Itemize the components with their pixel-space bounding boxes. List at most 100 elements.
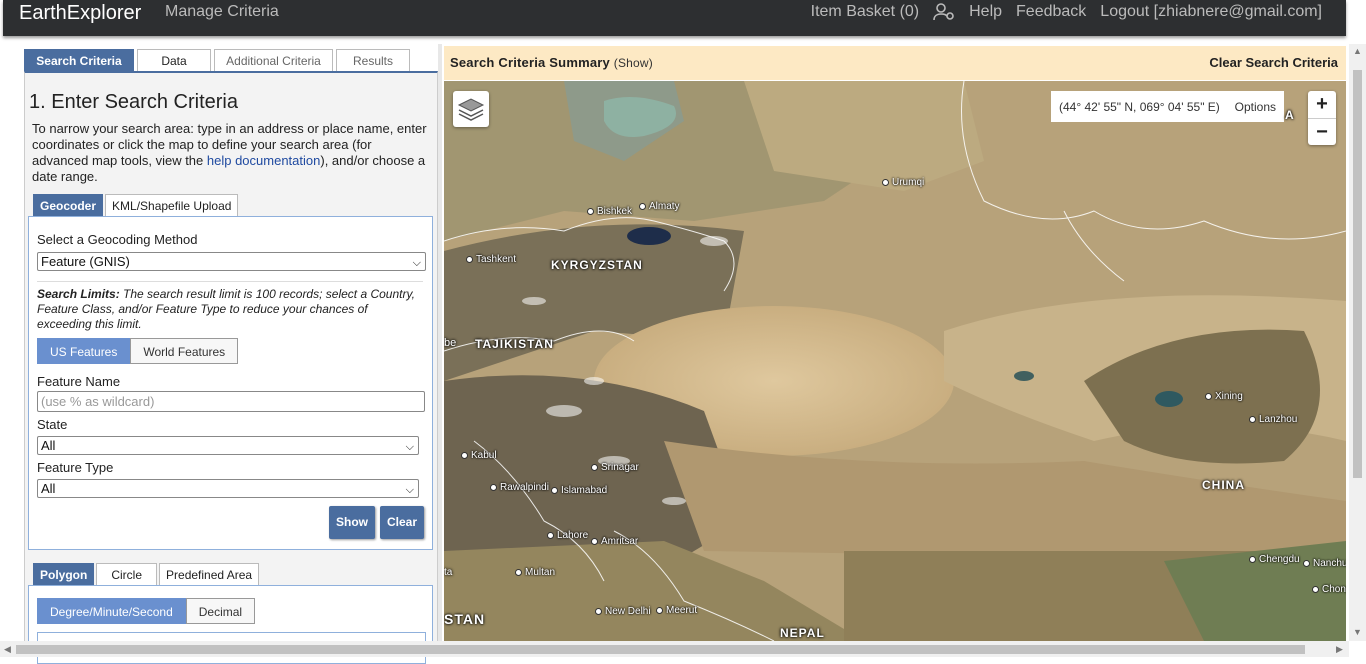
horizontal-scrollbar[interactable]: ◀ ▶: [0, 641, 1349, 657]
divider: [37, 281, 423, 282]
search-criteria-body: 1. Enter Search Criteria To narrow your …: [24, 71, 438, 664]
scroll-left-arrow-icon[interactable]: ◀: [4, 644, 11, 655]
tab-predefined-area[interactable]: Predefined Area: [159, 563, 260, 585]
search-limits-text: Search Limits: The search result limit i…: [37, 287, 417, 332]
tab-geocoder[interactable]: Geocoder: [33, 194, 104, 216]
chevron-down-icon: ⌵: [412, 257, 421, 269]
city-label: Bishkek: [587, 206, 632, 217]
world-features-button[interactable]: World Features: [130, 338, 239, 364]
city-label: Urumqi: [882, 177, 924, 188]
help-documentation-link[interactable]: help documentation: [207, 153, 320, 168]
city-label: Srinagar: [591, 462, 639, 473]
city-label: Lanzhou: [1249, 414, 1297, 425]
geocoder-box: Select a Geocoding Method Feature (GNIS)…: [28, 216, 433, 550]
tab-kml-upload[interactable]: KML/Shapefile Upload: [105, 194, 239, 216]
scroll-down-arrow-icon[interactable]: ▼: [1353, 627, 1362, 637]
summary-title-text: Search Criteria Summary: [450, 55, 610, 70]
shape-tabs: Polygon Circle Predefined Area: [33, 563, 260, 585]
vertical-scrollbar[interactable]: ▲ ▼: [1349, 44, 1366, 641]
zoom-in-button[interactable]: +: [1308, 91, 1336, 119]
us-features-button[interactable]: US Features: [37, 338, 131, 364]
feature-type-label: Feature Type: [37, 460, 114, 475]
brand-logo[interactable]: EarthExplorer: [19, 2, 141, 25]
zoom-out-button[interactable]: −: [1308, 119, 1336, 146]
state-select[interactable]: All ⌵: [37, 436, 419, 455]
chevron-down-icon: ⌵: [405, 441, 414, 453]
item-basket-link[interactable]: Item Basket (0): [811, 3, 919, 21]
map-options-button[interactable]: Options: [1235, 100, 1276, 114]
country-label: A: [1285, 108, 1295, 122]
city-label: Meerut: [656, 605, 697, 616]
city-label: Amritsar: [591, 536, 638, 547]
search-panel: Search Criteria Data Sets Additional Cri…: [24, 46, 438, 664]
city-label: New Delhi: [595, 606, 651, 617]
country-label: CHINA: [1202, 478, 1245, 492]
feature-name-label: Feature Name: [37, 374, 121, 389]
city-label: Kabul: [461, 450, 497, 461]
city-label: Almaty: [639, 201, 680, 212]
geocoding-method-value: Feature (GNIS): [41, 254, 130, 269]
map-view[interactable]: (44° 42' 55" N, 069° 04' 55" E) Options …: [444, 81, 1346, 641]
city-label: Chengdu: [1249, 554, 1300, 565]
feature-name-input[interactable]: (use % as wildcard): [37, 391, 425, 412]
panel-splitter[interactable]: [438, 44, 442, 644]
horizontal-scroll-thumb[interactable]: [16, 645, 1305, 654]
user-settings-icon[interactable]: [933, 2, 955, 22]
scroll-right-arrow-icon[interactable]: ▶: [1336, 644, 1343, 655]
city-label: Nanchu: [1303, 558, 1346, 569]
country-label: NEPAL: [780, 626, 825, 640]
chevron-down-icon: ⌵: [405, 484, 414, 496]
coordinate-readout: (44° 42' 55" N, 069° 04' 55" E) Options: [1051, 91, 1284, 122]
state-value: All: [41, 438, 56, 453]
country-label: TAJIKISTAN: [475, 337, 554, 351]
feedback-link[interactable]: Feedback: [1016, 3, 1086, 21]
city-label: Chong: [1312, 584, 1346, 595]
geocoding-method-select[interactable]: Feature (GNIS) ⌵: [37, 252, 426, 271]
manage-criteria-link[interactable]: Manage Criteria: [165, 3, 279, 21]
decimal-button[interactable]: Decimal: [185, 598, 256, 624]
main-tabs: Search Criteria Data Sets Additional Cri…: [24, 49, 410, 90]
feature-type-value: All: [41, 481, 56, 496]
summary-show-link[interactable]: (Show): [614, 56, 653, 70]
degree-minute-second-button[interactable]: Degree/Minute/Second: [37, 598, 186, 624]
zoom-control: + −: [1308, 91, 1336, 145]
clear-button[interactable]: Clear: [380, 506, 424, 539]
tab-polygon[interactable]: Polygon: [33, 563, 95, 585]
tab-results[interactable]: Results: [336, 49, 410, 71]
show-button[interactable]: Show: [329, 506, 375, 539]
feature-type-select[interactable]: All ⌵: [37, 479, 419, 498]
country-label: STAN: [444, 611, 486, 627]
logout-link[interactable]: Logout [zhiabnere@gmail.com]: [1100, 3, 1322, 21]
page-title: 1. Enter Search Criteria: [29, 91, 238, 113]
scroll-up-arrow-icon[interactable]: ▲: [1353, 46, 1362, 56]
tab-additional-criteria[interactable]: Additional Criteria: [214, 49, 333, 71]
city-label: Lahore: [547, 530, 588, 541]
country-label: ta: [444, 567, 453, 578]
city-label: Multan: [515, 567, 555, 578]
tab-search-criteria[interactable]: Search Criteria: [24, 49, 134, 71]
search-summary-bar: Search Criteria Summary (Show) Clear Sea…: [444, 46, 1346, 80]
tab-data-sets[interactable]: Data Sets: [137, 49, 211, 90]
top-navbar: EarthExplorer Manage Criteria Item Baske…: [3, 0, 1346, 36]
layers-icon[interactable]: [453, 91, 489, 127]
clear-search-criteria-link[interactable]: Clear Search Criteria: [1209, 55, 1338, 70]
help-link[interactable]: Help: [969, 3, 1002, 21]
intro-text: To narrow your search area: type in an a…: [32, 121, 430, 185]
coord-format-toggle: Degree/Minute/Second Decimal: [37, 598, 256, 624]
city-label: Xining: [1205, 391, 1243, 402]
geocoding-method-label: Select a Geocoding Method: [37, 232, 198, 247]
city-label: Tashkent: [466, 254, 516, 265]
city-label: Rawalpindi: [490, 482, 549, 493]
geocoder-tabs: Geocoder KML/Shapefile Upload: [33, 194, 239, 216]
vertical-scroll-thumb[interactable]: [1353, 70, 1362, 478]
summary-title: Search Criteria Summary (Show): [450, 55, 653, 70]
country-label: KYRGYZSTAN: [551, 258, 643, 272]
state-label: State: [37, 417, 68, 432]
city-label: Islamabad: [551, 485, 607, 496]
nav-right: Item Basket (0) Help Feedback Logout [zh…: [811, 2, 1322, 22]
feature-toggle: US Features World Features: [37, 338, 239, 364]
tab-circle[interactable]: Circle: [96, 563, 158, 585]
coordinate-text: (44° 42' 55" N, 069° 04' 55" E): [1059, 100, 1220, 114]
satellite-imagery: [444, 81, 1346, 641]
search-limits-bold: Search Limits:: [37, 287, 120, 301]
